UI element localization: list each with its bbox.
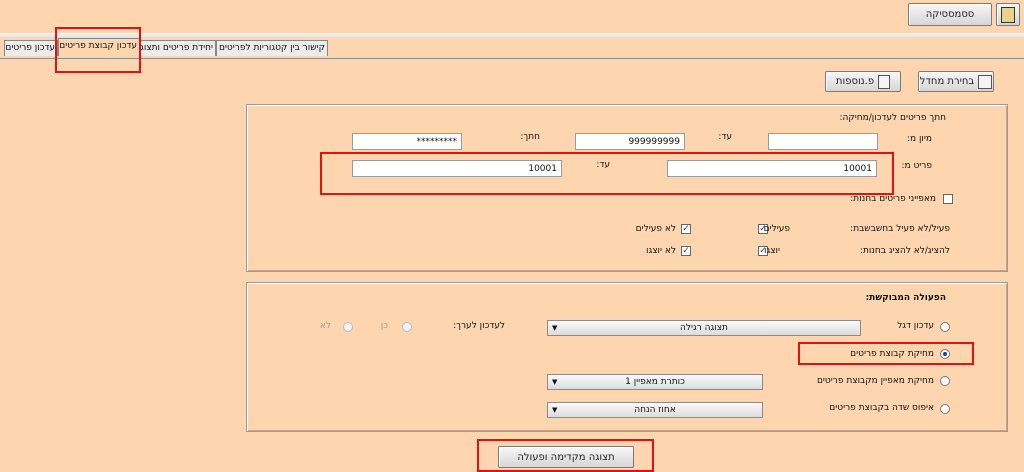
sort-from-label: מיון מ: <box>906 134 932 144</box>
reset-field-label: איפוס שדה בקבוצת פריטים <box>829 403 934 413</box>
update-no-radio[interactable] <box>343 322 353 332</box>
update-yes-label: כן <box>380 321 388 331</box>
items-from-label: פריט מ: <box>901 161 932 171</box>
reset-field-radio[interactable] <box>940 404 950 414</box>
delete-char-select-value: כותרת מאפיין 1 <box>625 377 685 387</box>
update-no-label: לא <box>319 321 331 331</box>
update-flag-radio[interactable] <box>940 322 950 332</box>
update-flag-select-value: תצוגה רגילה <box>680 323 728 333</box>
exit-button[interactable] <box>996 3 1020 26</box>
sort-to-input[interactable]: 999999999 <box>575 133 685 150</box>
tab-update-items[interactable]: עדכון פריטים <box>4 40 58 56</box>
highlight-delete-group <box>798 342 974 365</box>
show-option-label: יוצגו <box>764 246 780 256</box>
operation-title: הפעולה המבוקשת: <box>865 293 946 303</box>
tab-category-link[interactable]: קישור בין קטגוריות לפריטים <box>216 40 328 56</box>
extra-options-button[interactable]: פ.נוספות <box>825 71 901 92</box>
reset-field-select-value: אחוז הנחה <box>634 405 676 415</box>
chevron-down-icon: ▼ <box>552 324 558 332</box>
noshow-option-label: לא יוצגו <box>646 246 676 256</box>
sort-from-input[interactable] <box>768 133 878 150</box>
delete-char-select[interactable]: כותרת מאפיין 1 ▼ <box>547 374 763 390</box>
toolbar-divider <box>0 33 1024 37</box>
inactive-checkbox[interactable]: ✓ <box>681 224 691 234</box>
chevron-down-icon: ▼ <box>552 378 558 386</box>
noshow-checkbox[interactable]: ✓ <box>681 246 691 256</box>
tabs-bar: קישור בין קטגוריות לפריטים יחידת פריטים … <box>0 38 1024 60</box>
exit-door-icon <box>1001 6 1015 23</box>
update-flag-select[interactable]: תצוגה רגילה ▼ <box>547 320 861 336</box>
store-chars-label: מאפייני פריטים בחנות: <box>850 194 936 204</box>
chevron-down-icon: ▼ <box>552 406 558 414</box>
cut-label: חתך: <box>520 132 540 142</box>
highlight-active-tab <box>55 27 141 73</box>
extra-options-label: פ.נוספות <box>835 76 875 87</box>
inactive-option-label: לא פעילים <box>635 224 676 234</box>
highlight-preview-button <box>477 439 654 472</box>
show-label: להציג/לא להציג בחנות: <box>859 246 950 256</box>
calendar-icon <box>978 74 993 89</box>
active-option-label: פעילים <box>763 224 790 234</box>
filter-title: חתך פריטים לעדכון/מחיקה: <box>839 113 946 123</box>
top-toolbar <box>0 0 1024 34</box>
reset-field-select[interactable]: אחוז הנחה ▼ <box>547 402 763 418</box>
store-chars-checkbox[interactable] <box>943 194 953 204</box>
sort-to-label: עד: <box>718 132 732 142</box>
active-label: פעיל/לא פעיל בחשבשבת: <box>850 224 950 234</box>
top-action-label: ססמססיקה <box>925 9 975 20</box>
cut-input[interactable]: ********* <box>352 133 462 150</box>
update-value-label: לעדכון לערך: <box>453 321 505 331</box>
select-default-label: בחירת מחדל <box>919 76 975 87</box>
update-yes-radio[interactable] <box>402 322 412 332</box>
tab-item-units[interactable]: יחידת פריטים ותצוגה <box>134 40 216 56</box>
top-action-button[interactable]: ססמססיקה <box>908 3 992 26</box>
document-icon <box>878 74 891 89</box>
delete-char-radio[interactable] <box>940 376 950 386</box>
delete-char-label: מחיקת מאפיין מקבוצת פריטים <box>816 376 934 386</box>
update-flag-label: עדכון דגל <box>897 321 934 331</box>
highlight-item-range <box>320 152 894 195</box>
tabs-underline <box>0 58 1024 59</box>
select-default-button[interactable]: בחירת מחדל <box>918 71 994 92</box>
